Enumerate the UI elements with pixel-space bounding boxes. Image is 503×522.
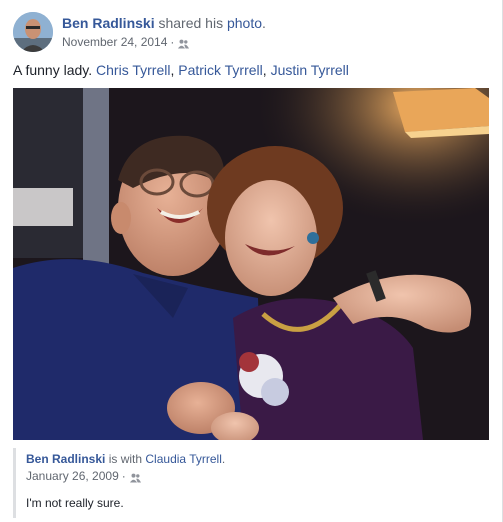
friends-icon[interactable] [178, 37, 190, 49]
action-suffix: . [262, 15, 266, 31]
original-meta: January 26, 2009 · [26, 468, 141, 484]
original-photo-caption: I'm not really sure. [26, 496, 124, 510]
post-meta: November 24, 2014 · [62, 34, 190, 50]
original-timestamp-link[interactable]: January 26, 2009 [26, 468, 119, 484]
friends-icon[interactable] [129, 471, 141, 483]
tagged-people: Chris Tyrrell, Patrick Tyrrell, Justin T… [96, 62, 349, 78]
caption-text: A funny lady. [13, 62, 93, 78]
with-text: is with [108, 452, 143, 466]
meta-separator: · [170, 35, 175, 49]
tag-link[interactable]: Patrick Tyrrell [178, 62, 263, 78]
tag-link[interactable]: Justin Tyrrell [271, 62, 349, 78]
author-name-link[interactable]: Ben Radlinski [62, 15, 155, 31]
original-photo-attribution: Ben Radlinski is with Claudia Tyrrell. J… [13, 440, 489, 522]
author-avatar[interactable] [13, 12, 53, 52]
original-author-link[interactable]: Ben Radlinski [26, 452, 105, 466]
with-person-link[interactable]: Claudia Tyrrell [145, 452, 221, 466]
shared-photo[interactable] [13, 88, 489, 440]
post-caption: A funny lady. Chris Tyrrell, Patrick Tyr… [13, 61, 349, 79]
photo-image [13, 88, 489, 440]
action-text: shared his [158, 15, 224, 31]
photo-link[interactable]: photo [227, 15, 262, 31]
avatar-image [13, 12, 53, 52]
with-line: Ben Radlinski is with Claudia Tyrrell. [26, 451, 225, 467]
tag-link[interactable]: Chris Tyrrell [96, 62, 170, 78]
with-suffix: . [221, 452, 226, 466]
meta-separator: · [121, 469, 126, 483]
post-header-line: Ben Radlinski shared his photo. [62, 14, 266, 32]
quote-bar [13, 448, 16, 518]
shared-photo-post: Ben Radlinski shared his photo. November… [0, 0, 503, 522]
post-timestamp-link[interactable]: November 24, 2014 [62, 34, 167, 50]
